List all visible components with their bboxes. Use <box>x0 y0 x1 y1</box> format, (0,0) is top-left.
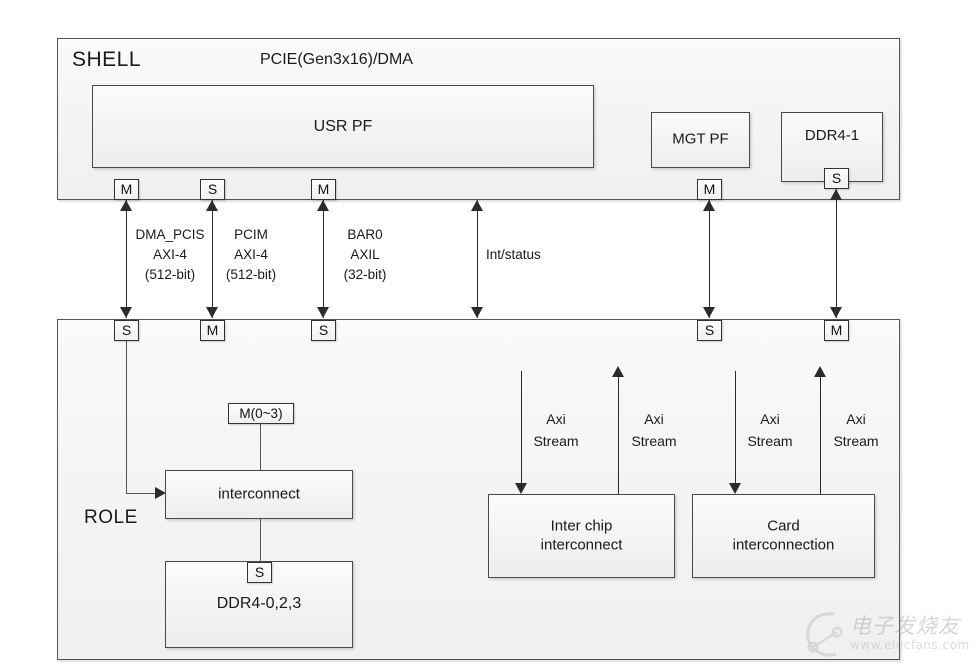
diagram-canvas: SHELL PCIE(Gen3x16)/DMA USR PF MGT PF DD… <box>0 0 980 672</box>
bus-line-pcim <box>212 200 213 318</box>
interconnect-to-ddr4-line <box>260 519 261 565</box>
card-interconnection-block: Card interconnection <box>692 494 875 578</box>
bus-arrowhead-int-status-up <box>471 200 483 211</box>
axi-stream-label-4-line2: Stream <box>833 433 879 449</box>
inter-chip-interconnect-block: Inter chip interconnect <box>488 494 675 578</box>
bus-arrowhead-ddr4-1-down <box>830 307 842 318</box>
axi-stream-arrowhead-3 <box>729 483 741 494</box>
axi-stream-arrowhead-4 <box>814 366 826 377</box>
interconnect-master-line <box>260 423 261 471</box>
bus-line-ddr4-1 <box>836 189 837 318</box>
bus-arrowhead-bar0-down <box>317 307 329 318</box>
role-port-mgt: S <box>697 320 722 341</box>
axi-stream-label-1-line1: Axi <box>546 411 566 427</box>
shell-port-dma-pcis: M <box>114 179 139 200</box>
interconnect-block: interconnect <box>165 470 353 519</box>
role-port-ddr4-1: M <box>824 320 849 341</box>
bus-label-dma-pcis-name: DMA_PCIS <box>135 227 205 242</box>
bus-label-pcim-protocol: AXI-4 <box>234 247 268 262</box>
bus-arrowhead-pcim-down <box>206 307 218 318</box>
shell-port-ddr4-1: S <box>824 168 849 189</box>
bus-label-bar0-protocol: AXIL <box>350 247 380 262</box>
ddr4-023-label: DDR4-0,2,3 <box>216 595 302 612</box>
bus-arrowhead-dma-pcis-up <box>120 200 132 211</box>
role-port-pcim: M <box>200 320 225 341</box>
axi-stream-arrowhead-2 <box>612 366 624 377</box>
axi-stream-line-4 <box>820 377 821 494</box>
bus-arrowhead-dma-pcis-down <box>120 307 132 318</box>
role-port-dma-pcis: S <box>114 320 139 341</box>
bus-label-bar0-name: BAR0 <box>347 227 383 242</box>
bus-label-bar0-width: (32-bit) <box>343 267 387 282</box>
shell-port-mgt: M <box>697 179 722 200</box>
bus-arrowhead-bar0-up <box>317 200 329 211</box>
ddr4-1-label: DDR4-1 <box>804 127 860 144</box>
axi-stream-line-2 <box>618 377 619 494</box>
bus-arrowhead-mgt-down <box>703 307 715 318</box>
bus-line-bar0 <box>323 200 324 318</box>
mgt-pf-label: MGT PF <box>672 130 729 148</box>
shell-port-pcim: S <box>200 179 225 200</box>
axi-stream-label-4-line1: Axi <box>846 411 866 427</box>
inter-chip-interconnect-label: Inter chip interconnect <box>540 517 623 553</box>
role-s-to-interconnect-line <box>126 493 158 494</box>
bus-label-pcim-width: (512-bit) <box>225 267 277 282</box>
usr-pf-block: USR PF <box>92 85 594 168</box>
role-s-drop-line <box>126 340 127 493</box>
mgt-pf-block: MGT PF <box>651 112 750 168</box>
card-interconnection-label: Card interconnection <box>732 517 835 553</box>
ddr4-023-slave-port: S <box>247 562 272 583</box>
role-s-to-interconnect-arrowhead <box>155 487 166 499</box>
bus-label-dma-pcis-width: (512-bit) <box>144 267 196 282</box>
interconnect-label: interconnect <box>218 485 300 503</box>
bus-arrowhead-pcim-up <box>206 200 218 211</box>
interconnect-master-port: M(0~3) <box>228 403 294 424</box>
axi-stream-label-3-line2: Stream <box>747 433 793 449</box>
axi-stream-arrowhead-1 <box>515 483 527 494</box>
pcie-dma-header: PCIE(Gen3x16)/DMA <box>260 51 413 68</box>
axi-stream-label-3-line1: Axi <box>760 411 780 427</box>
usr-pf-label: USR PF <box>313 117 373 135</box>
axi-stream-label-1-line2: Stream <box>533 433 579 449</box>
role-label: ROLE <box>84 507 138 528</box>
role-port-bar0: S <box>311 320 336 341</box>
shell-port-bar0: M <box>311 179 336 200</box>
bus-label-dma-pcis-protocol: AXI-4 <box>153 247 187 262</box>
bus-line-mgt <box>709 200 710 318</box>
bus-arrowhead-ddr4-1-up <box>830 189 842 200</box>
bus-arrowhead-int-status-down <box>471 307 483 318</box>
bus-arrowhead-mgt-up <box>703 200 715 211</box>
shell-label: SHELL <box>72 48 142 71</box>
bus-line-dma-pcis <box>126 200 127 318</box>
bus-line-int-status <box>477 200 478 318</box>
bus-label-pcim-name: PCIM <box>234 227 268 242</box>
axi-stream-line-1 <box>521 371 522 483</box>
axi-stream-label-2-line1: Axi <box>644 411 664 427</box>
axi-stream-line-3 <box>735 371 736 483</box>
int-status-label: Int/status <box>486 247 541 262</box>
axi-stream-label-2-line2: Stream <box>631 433 677 449</box>
